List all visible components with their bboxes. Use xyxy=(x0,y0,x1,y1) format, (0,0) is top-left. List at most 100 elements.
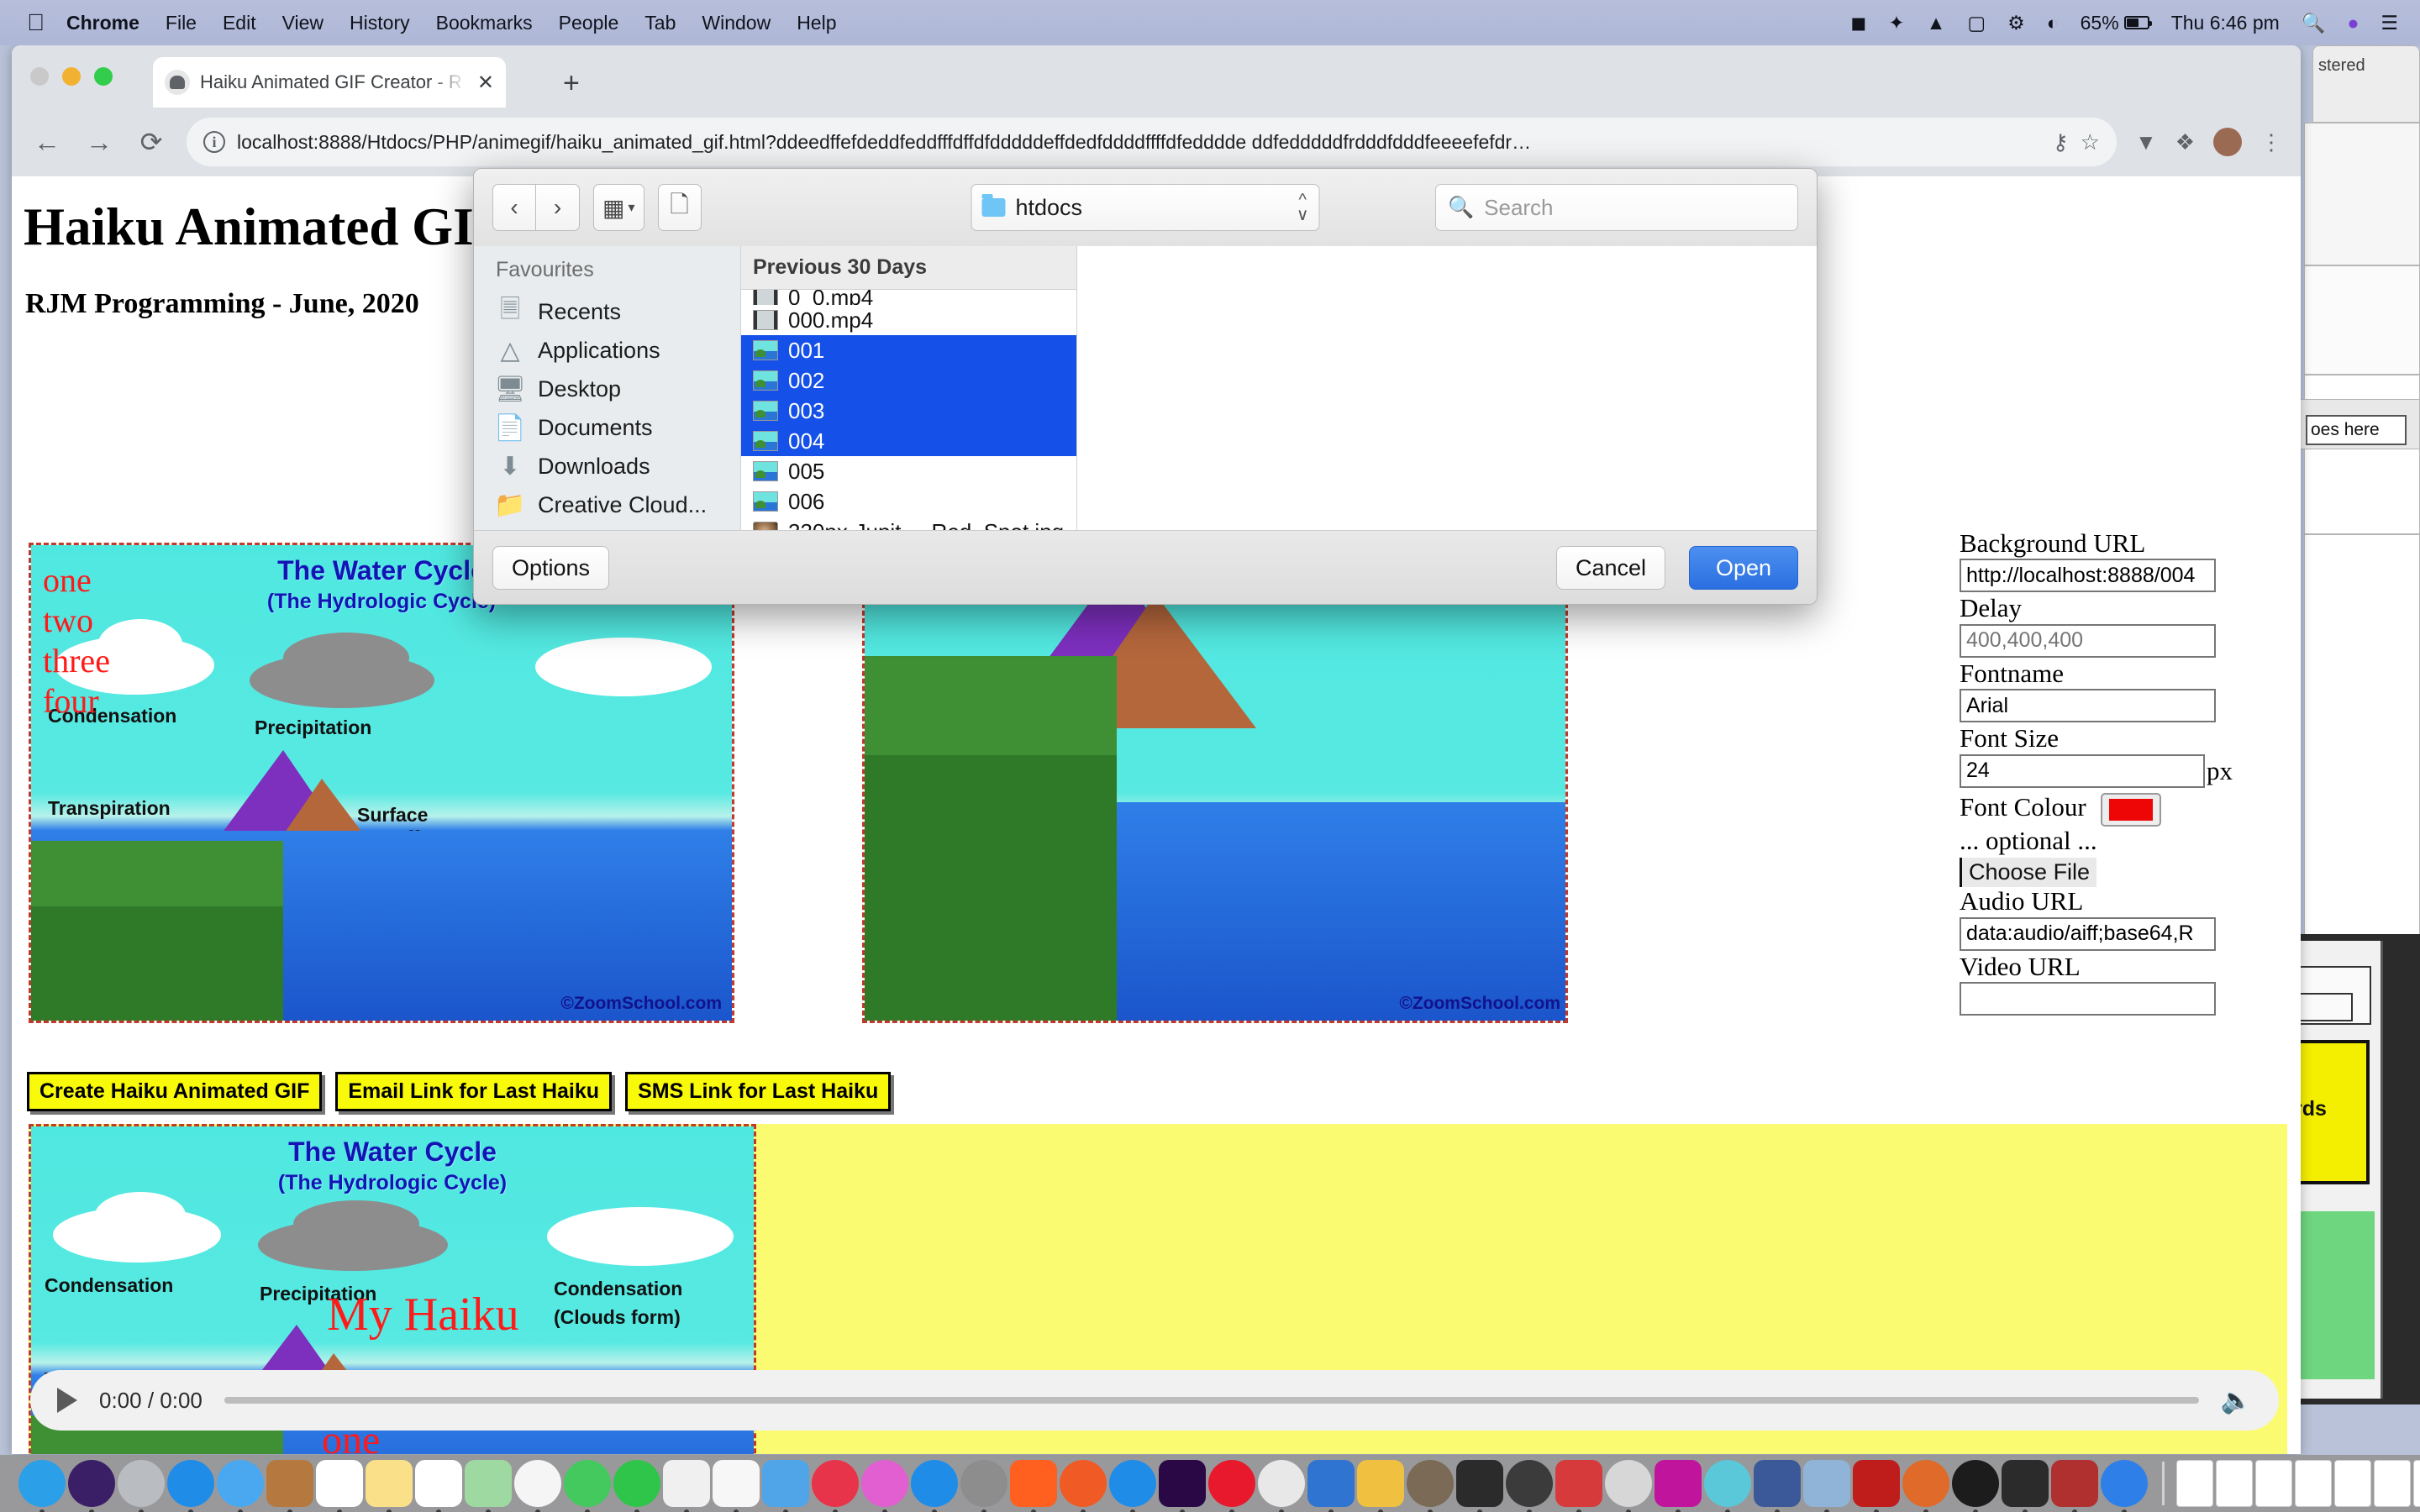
video-camera-icon[interactable]: ◼ xyxy=(1850,12,1866,34)
inkscape-icon[interactable] xyxy=(1506,1460,1553,1512)
file-list-item[interactable]: 000.mp4 xyxy=(741,305,1076,335)
email-link-button[interactable]: Email Link for Last Haiku xyxy=(335,1072,613,1111)
play-icon[interactable] xyxy=(57,1388,77,1413)
address-bar[interactable]: i localhost:8888/Htdocs/PHP/animegif/hai… xyxy=(187,118,2117,166)
siri-icon[interactable] xyxy=(68,1460,115,1512)
file-list-item[interactable]: 005 xyxy=(741,456,1076,486)
background-window-f[interactable] xyxy=(2304,534,2420,937)
menu-item-help[interactable]: Help xyxy=(797,12,836,34)
menu-item-window[interactable]: Window xyxy=(702,12,771,34)
slides-icon[interactable] xyxy=(1555,1460,1602,1512)
zoom-icon[interactable] xyxy=(2101,1460,2148,1512)
file-open-dialog[interactable]: ‹ › ▦ ▾ 🗋 htdocs ^ ∨ 🔍 Search Favourites 🗏… xyxy=(473,168,1818,605)
spotlight-search-icon[interactable]: 🔍 xyxy=(2302,12,2326,34)
malwarebytes-icon[interactable]: ▲ xyxy=(1927,12,1946,34)
browser-tab[interactable]: Haiku Animated GIF Creator - R ✕ xyxy=(153,57,506,108)
three-dot-menu-icon[interactable]: ⋮ xyxy=(2260,129,2282,155)
hourglass-icon[interactable] xyxy=(1357,1460,1404,1512)
new-tab-button[interactable]: + xyxy=(563,69,580,97)
sidebar-item-desktop[interactable]: 🖥 Desktop xyxy=(474,370,740,408)
itunes-icon[interactable] xyxy=(861,1460,908,1512)
column-view-icon[interactable]: ▦ ▾ xyxy=(593,184,644,231)
chevron-left-icon[interactable]: ‹ xyxy=(492,184,536,231)
profile-avatar[interactable] xyxy=(2213,128,2242,156)
background-url-input[interactable] xyxy=(1960,559,2216,593)
dialog-path-popup[interactable]: htdocs ^ ∨ xyxy=(971,184,1320,231)
dictionary-icon[interactable] xyxy=(2051,1460,2098,1512)
video-url-input[interactable] xyxy=(1960,982,2216,1016)
file-list-item[interactable]: 006 xyxy=(741,486,1076,517)
background-panel[interactable]: rds xyxy=(2286,934,2420,1404)
close-icon[interactable]: ✕ xyxy=(477,71,494,95)
opera-icon[interactable] xyxy=(1208,1460,1255,1512)
dropbox-icon[interactable]: ✦ xyxy=(1888,12,1904,34)
minimize-window-icon[interactable] xyxy=(62,67,81,86)
atmail-icon[interactable] xyxy=(1307,1460,1355,1512)
password-key-icon[interactable]: ⚷ xyxy=(2053,129,2069,155)
frame-preview-1[interactable]: The Water Cycle (The Hydrologic Cycle) C… xyxy=(29,543,734,1023)
info-icon[interactable]: i xyxy=(203,131,225,153)
launchpad-icon[interactable] xyxy=(118,1460,165,1512)
battery-indicator[interactable]: 65% xyxy=(2081,12,2152,34)
menu-item-file[interactable]: File xyxy=(166,12,197,34)
rstudio-icon[interactable] xyxy=(1605,1460,1652,1512)
menu-item-history[interactable]: History xyxy=(350,12,410,34)
gimp-icon[interactable] xyxy=(1407,1460,1454,1512)
file-list-item-selected[interactable]: 001 xyxy=(741,335,1076,365)
background-window-top[interactable]: stered xyxy=(2312,45,2420,123)
filezilla-icon[interactable] xyxy=(1853,1460,1900,1512)
contacts-icon[interactable] xyxy=(266,1460,313,1512)
dock-minimized-window[interactable] xyxy=(2176,1460,2213,1507)
sidebar-item-documents[interactable]: 📄 Documents xyxy=(474,408,740,447)
cancel-button[interactable]: Cancel xyxy=(1555,546,1665,590)
choose-file-button[interactable]: Choose File xyxy=(1960,858,2097,888)
back-arrow-icon[interactable]: ← xyxy=(30,127,64,158)
clock-app-icon[interactable] xyxy=(2002,1460,2049,1512)
file-list-item[interactable]: 0_0.mp4 xyxy=(741,290,1076,305)
background-window-b[interactable] xyxy=(2304,123,2420,265)
terminal-icon[interactable] xyxy=(1456,1460,1503,1512)
finder-icon[interactable] xyxy=(18,1460,66,1512)
background-window-c[interactable] xyxy=(2304,265,2420,375)
news-icon[interactable] xyxy=(663,1460,710,1512)
sidebar-item-applications[interactable]: △ Applications xyxy=(474,331,740,370)
menu-item-bookmarks[interactable]: Bookmarks xyxy=(436,12,533,34)
file-list-item-selected[interactable]: 002 xyxy=(741,365,1076,396)
notification-center-icon[interactable]: ☰ xyxy=(2381,12,2398,34)
menu-item-tab[interactable]: Tab xyxy=(644,12,676,34)
media-player[interactable]: 0:00 / 0:00 🔈 xyxy=(30,1370,2279,1431)
xd-icon[interactable] xyxy=(1655,1460,1702,1512)
photos-icon[interactable] xyxy=(514,1460,561,1512)
maximize-window-icon[interactable] xyxy=(94,67,113,86)
sms-link-button[interactable]: SMS Link for Last Haiku xyxy=(625,1072,892,1111)
audio-url-input[interactable] xyxy=(1960,916,2216,951)
messages-icon[interactable] xyxy=(564,1460,611,1512)
settings-icon[interactable] xyxy=(960,1460,1007,1512)
menu-item-chrome[interactable]: Chrome xyxy=(66,12,139,34)
fontsize-input[interactable] xyxy=(1960,753,2205,788)
create-haiku-gif-button[interactable]: Create Haiku Animated GIF xyxy=(27,1072,323,1111)
mail-icon[interactable] xyxy=(217,1460,264,1512)
forward-arrow-icon[interactable]: → xyxy=(82,127,116,158)
reload-icon[interactable]: ⟳ xyxy=(134,126,168,158)
wifi-icon[interactable]: ◐ xyxy=(2047,12,2059,34)
dialog-search-field[interactable]: 🔍 Search xyxy=(1435,184,1798,231)
delay-input[interactable] xyxy=(1960,623,2216,658)
menu-item-view[interactable]: View xyxy=(282,12,324,34)
dock-minimized-window[interactable] xyxy=(2216,1460,2253,1507)
apple-icon[interactable]:  xyxy=(27,11,45,34)
chrome-icon[interactable] xyxy=(1109,1460,1156,1512)
dock-minimized-window[interactable] xyxy=(2334,1460,2371,1507)
bookmark-star-icon[interactable]: ☆ xyxy=(2081,129,2100,155)
safari-tech-icon[interactable] xyxy=(812,1460,859,1512)
maps-icon[interactable] xyxy=(465,1460,512,1512)
dock-minimized-window[interactable] xyxy=(2413,1460,2420,1507)
font-colour-picker[interactable] xyxy=(2101,792,2162,827)
brave-icon[interactable] xyxy=(1258,1460,1305,1512)
keynote-icon[interactable] xyxy=(762,1460,809,1512)
audacity-icon[interactable] xyxy=(1902,1460,1949,1512)
photoshop-icon[interactable] xyxy=(1159,1460,1206,1512)
menu-bar-clock[interactable]: Thu 6:46 pm xyxy=(2171,12,2280,34)
sidebar-item-recents[interactable]: 🗏 Recents xyxy=(474,292,740,331)
adobe-icon[interactable] xyxy=(1010,1460,1057,1512)
